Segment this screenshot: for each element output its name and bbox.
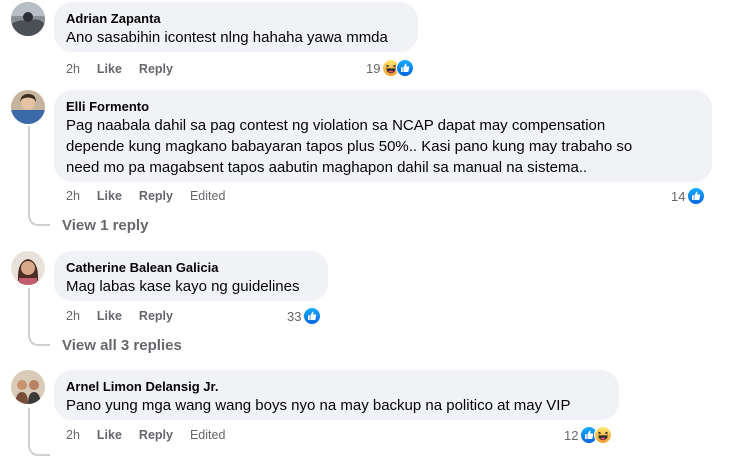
comment-time[interactable]: 2h (66, 188, 80, 204)
reaction-summary[interactable]: 33 (287, 307, 321, 325)
haha-icon (594, 426, 612, 444)
like-icon (687, 187, 705, 205)
reaction-summary[interactable]: 19 (366, 59, 414, 77)
reaction-count: 19 (366, 60, 381, 76)
comment-author[interactable]: Arnel Limon Delansig Jr. (66, 378, 607, 395)
comment-bubble: Adrian Zapanta Ano sasabihin icontest nl… (54, 2, 418, 52)
thread-elbow (28, 320, 50, 346)
comment-bubble: Elli Formento Pag naabala dahil sa pag c… (54, 90, 712, 182)
comment-text: Pag naabala dahil sa pag contest ng viol… (66, 117, 633, 176)
comment-text: Mag labas kase kayo ng guidelines (66, 278, 300, 295)
avatar[interactable] (11, 2, 45, 36)
comment-actions: 2h Like Reply (66, 61, 190, 77)
reaction-count: 12 (564, 427, 579, 443)
comment-bubble: Catherine Balean Galicia Mag labas kase … (54, 251, 328, 301)
comment-author[interactable]: Adrian Zapanta (66, 10, 406, 27)
like-button[interactable]: Like (97, 308, 122, 324)
like-button[interactable]: Like (97, 61, 122, 77)
edited-label[interactable]: Edited (190, 427, 225, 443)
reply-button[interactable]: Reply (139, 188, 173, 204)
like-icon (396, 59, 414, 77)
edited-label[interactable]: Edited (190, 188, 225, 204)
comment-author[interactable]: Elli Formento (66, 98, 700, 115)
comment-text: Pano yung mga wang wang boys nyo na may … (66, 397, 571, 414)
like-button[interactable]: Like (97, 427, 122, 443)
comment-time[interactable]: 2h (66, 308, 80, 324)
reply-button[interactable]: Reply (139, 427, 173, 443)
view-replies-link[interactable]: View all 3 replies (62, 337, 182, 354)
comment-actions: 2h Like Reply Edited (66, 188, 242, 204)
comment-time[interactable]: 2h (66, 427, 80, 443)
comment-actions: 2h Like Reply Edited (66, 427, 242, 443)
comment-author[interactable]: Catherine Balean Galicia (66, 259, 316, 276)
reaction-count: 14 (671, 188, 686, 204)
avatar[interactable] (11, 90, 45, 124)
reaction-summary[interactable]: 14 (671, 187, 705, 205)
view-replies-link[interactable]: View 1 reply (62, 217, 148, 234)
comment-text: Ano sasabihin icontest nlng hahaha yawa … (66, 29, 388, 46)
reaction-summary[interactable]: 12 (564, 426, 612, 444)
thread-elbow (28, 430, 50, 456)
comment-bubble: Arnel Limon Delansig Jr. Pano yung mga w… (54, 370, 619, 420)
avatar[interactable] (11, 370, 45, 404)
reaction-count: 33 (287, 308, 302, 324)
reply-button[interactable]: Reply (139, 308, 173, 324)
thread-elbow (28, 200, 50, 226)
comment-time[interactable]: 2h (66, 61, 80, 77)
comment-actions: 2h Like Reply (66, 308, 190, 324)
like-icon (303, 307, 321, 325)
avatar[interactable] (11, 251, 45, 285)
reply-button[interactable]: Reply (139, 61, 173, 77)
like-button[interactable]: Like (97, 188, 122, 204)
